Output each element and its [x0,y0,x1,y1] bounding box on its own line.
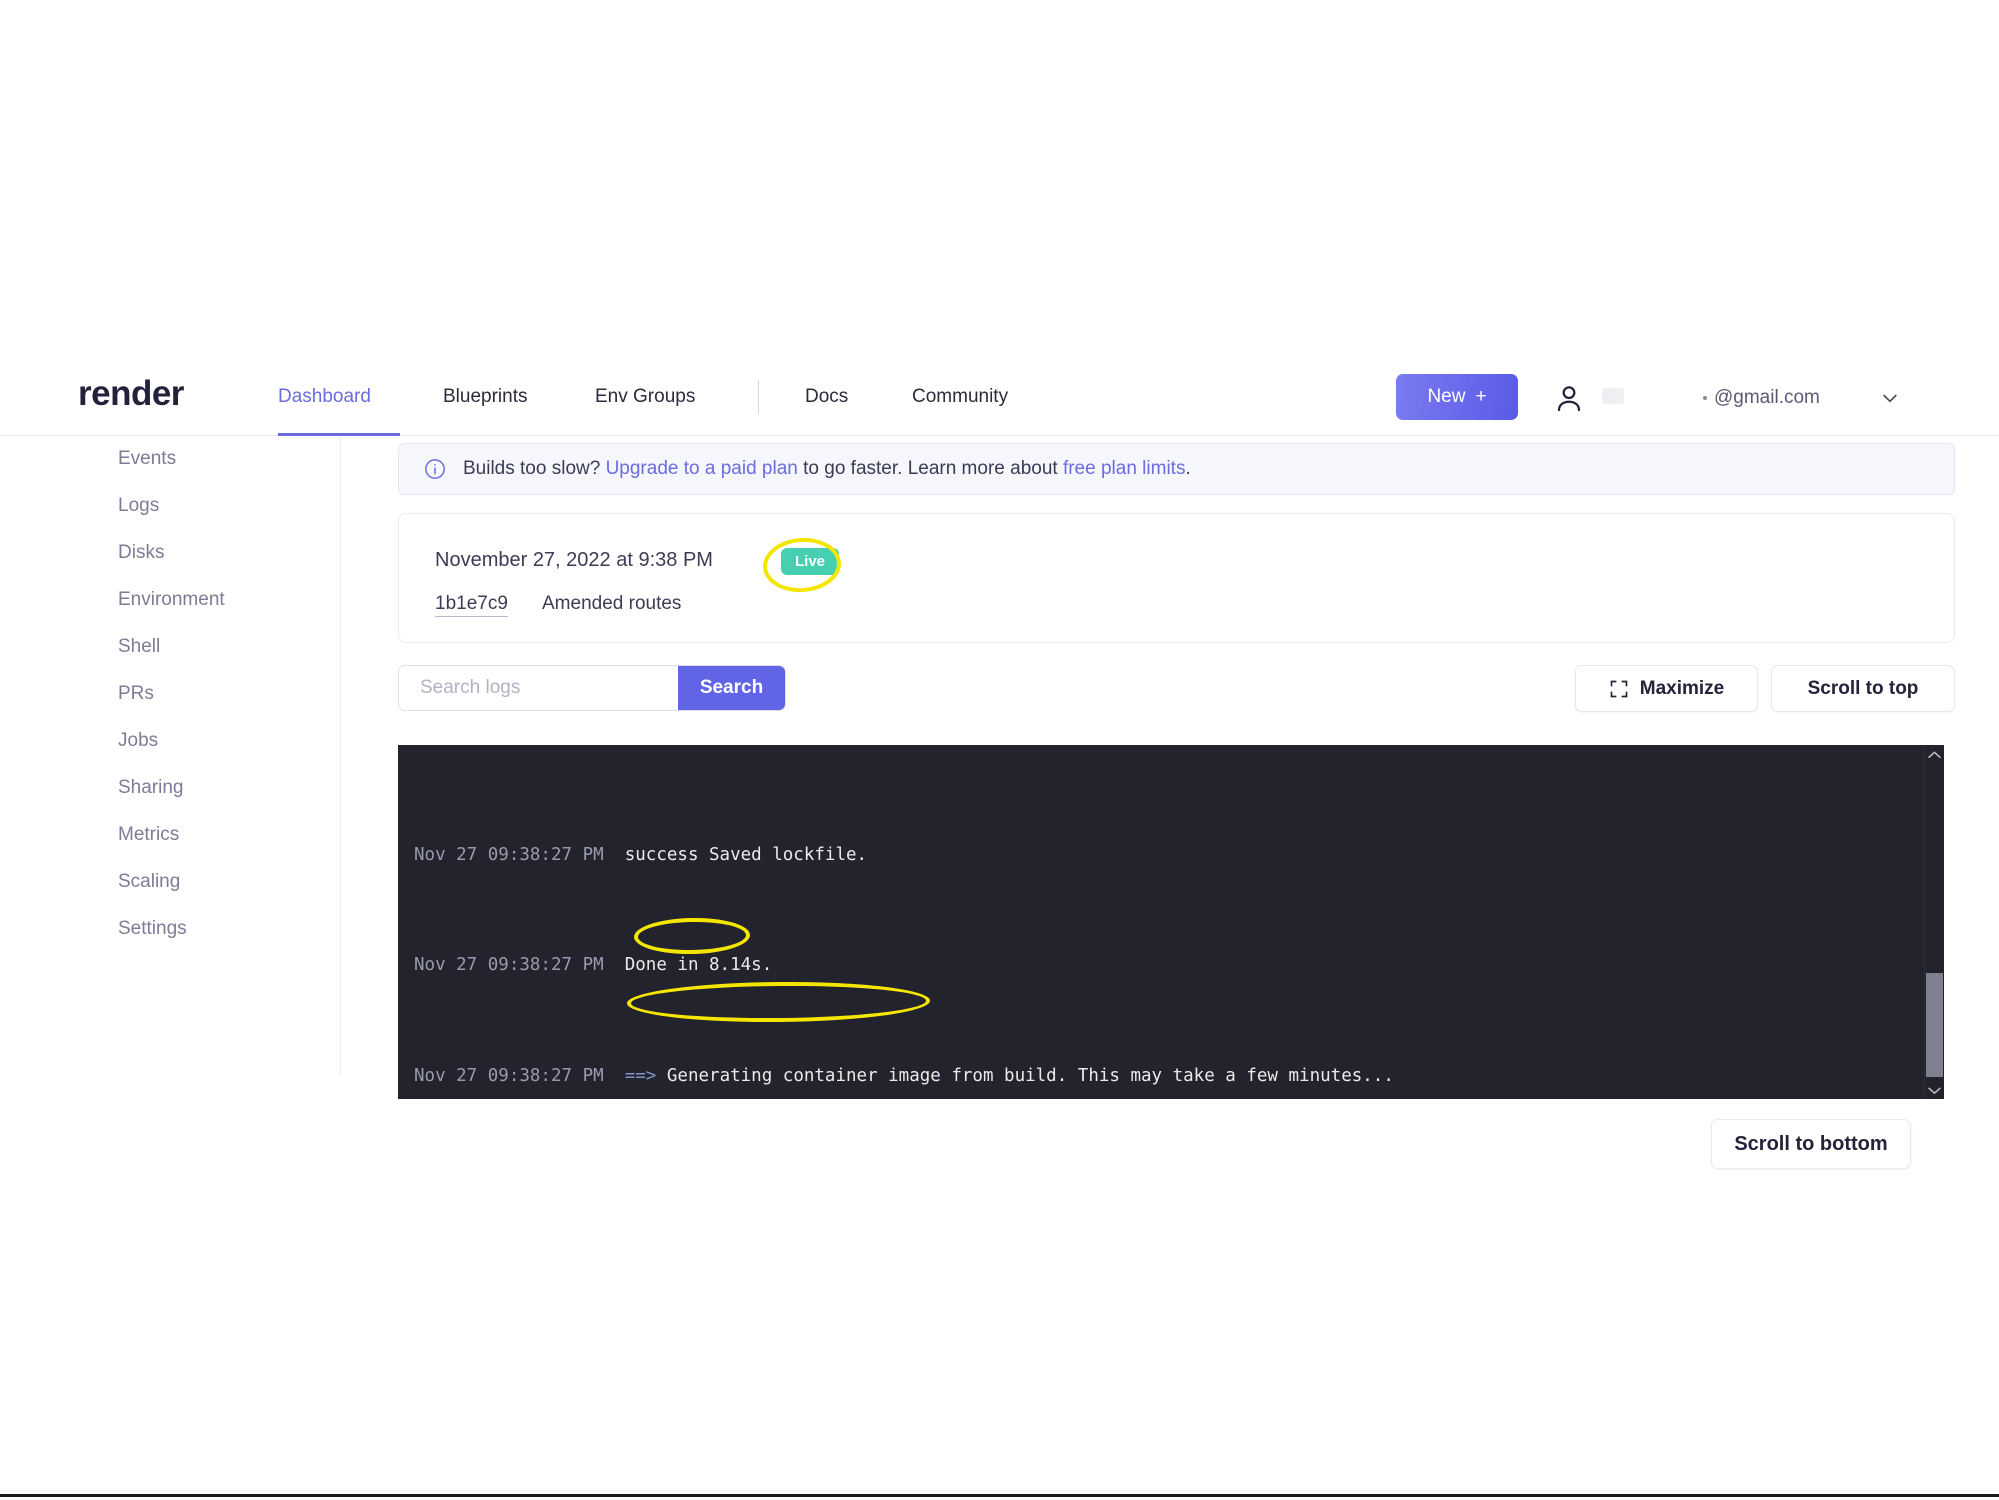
nav-link-docs[interactable]: Docs [805,386,848,408]
service-sidebar: Events Logs Disks Environment Shell PRs … [0,436,341,1076]
new-button[interactable]: New + [1396,374,1518,420]
scroll-to-top-button[interactable]: Scroll to top [1771,665,1955,712]
banner-text: Builds too slow? Upgrade to a paid plan … [463,458,1191,480]
sidebar-item-logs[interactable]: Logs [118,495,159,517]
sidebar-item-shell[interactable]: Shell [118,636,160,658]
nav-link-blueprints[interactable]: Blueprints [443,386,528,408]
account-email-label[interactable]: @gmail.com [1714,387,1820,409]
scroll-to-bottom-button[interactable]: Scroll to bottom [1711,1119,1911,1169]
redacted-username [1602,388,1624,404]
upgrade-plan-link[interactable]: Upgrade to a paid plan [606,458,798,479]
page-bottom-rule [0,1494,1999,1497]
log-timestamp: Nov 27 09:38:27 PM [414,845,604,865]
maximize-icon [1609,679,1629,699]
banner-text-part-3: . [1185,458,1190,479]
sidebar-item-settings[interactable]: Settings [118,918,187,940]
nav-link-community[interactable]: Community [912,386,1008,408]
user-avatar-icon[interactable] [1553,382,1585,414]
deploy-summary-card: November 27, 2022 at 9:38 PM Live 1b1e7c… [398,513,1955,643]
log-line: Nov 27 09:38:27 PM Done in 8.14s. [398,952,1944,980]
commit-hash-link[interactable]: 1b1e7c9 [435,593,508,617]
log-message: Done in 8.14s. [604,955,773,975]
top-navigation-bar: render Dashboard Blueprints Env Groups D… [0,358,1999,436]
free-plan-banner: Builds too slow? Upgrade to a paid plan … [398,443,1955,495]
email-prefix-dot [1703,396,1707,400]
banner-text-part-1: Builds too slow? [463,458,606,479]
scroll-to-bottom-label: Scroll to bottom [1734,1133,1887,1156]
sidebar-item-metrics[interactable]: Metrics [118,824,179,846]
log-message-text: success Saved lockfile. [625,845,867,865]
scroll-to-top-label: Scroll to top [1808,678,1919,700]
log-timestamp: Nov 27 09:38:27 PM [414,1066,604,1086]
nav-divider [758,380,759,414]
log-arrow-icon: ==> [604,1066,657,1086]
render-logo[interactable]: render [78,374,184,414]
deploy-timestamp: November 27, 2022 at 9:38 PM [435,549,713,572]
nav-link-dashboard[interactable]: Dashboard [278,386,371,408]
nav-link-env-groups[interactable]: Env Groups [595,386,695,408]
log-search-bar: Search [398,665,786,711]
sidebar-item-disks[interactable]: Disks [118,542,164,564]
sidebar-item-sharing[interactable]: Sharing [118,777,184,799]
log-message-text: Done in 8.14s. [625,955,773,975]
free-plan-limits-link[interactable]: free plan limits [1063,458,1186,479]
commit-message: Amended routes [542,593,681,615]
sidebar-item-jobs[interactable]: Jobs [118,730,158,752]
log-lines-container: Nov 27 09:38:27 PM success Saved lockfil… [398,759,1944,1099]
log-line: Nov 27 09:38:27 PM ==> Generating contai… [398,1063,1944,1091]
annotation-circle-live [761,535,843,594]
banner-text-part-2: to go faster. Learn more about [798,458,1063,479]
scrollbar-up-arrow-icon[interactable] [1925,745,1944,763]
log-message: Generating container image from build. T… [656,1066,1394,1086]
log-console[interactable]: Nov 27 09:38:27 PM success Saved lockfil… [398,745,1944,1099]
sidebar-item-prs[interactable]: PRs [118,683,154,705]
scrollbar-thumb[interactable] [1926,973,1943,1077]
console-scrollbar[interactable] [1924,745,1944,1099]
search-button[interactable]: Search [678,666,785,710]
new-button-label: New [1427,386,1465,408]
chevron-down-icon[interactable] [1880,388,1900,408]
log-timestamp: Nov 27 09:38:27 PM [414,955,604,975]
sidebar-item-events[interactable]: Events [118,448,176,470]
sidebar-item-scaling[interactable]: Scaling [118,871,180,893]
log-message-text: Generating container image from build. T… [667,1066,1394,1086]
plus-icon: + [1475,386,1486,408]
maximize-button[interactable]: Maximize [1575,665,1758,712]
info-icon [424,458,446,480]
scrollbar-down-arrow-icon[interactable] [1925,1081,1944,1099]
log-message: success Saved lockfile. [604,845,867,865]
sidebar-item-environment[interactable]: Environment [118,589,225,611]
main-content: Builds too slow? Upgrade to a paid plan … [341,436,1999,1496]
maximize-button-label: Maximize [1640,678,1724,700]
search-input[interactable] [399,666,678,710]
log-line: Nov 27 09:38:27 PM success Saved lockfil… [398,842,1944,870]
